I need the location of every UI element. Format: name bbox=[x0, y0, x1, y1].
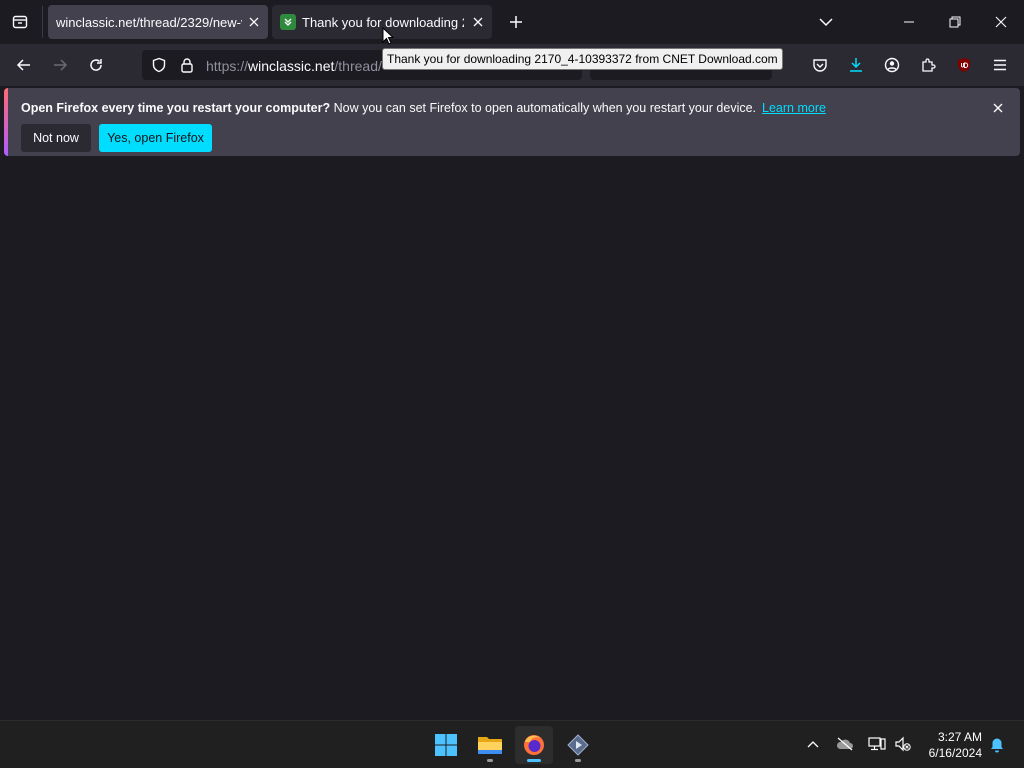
close-tab-icon[interactable] bbox=[470, 14, 486, 30]
active-indicator bbox=[527, 759, 541, 762]
close-notification-icon[interactable] bbox=[988, 98, 1008, 118]
forward-icon[interactable] bbox=[46, 51, 74, 79]
clock-time: 3:27 AM bbox=[937, 730, 982, 744]
title-bar: winclassic.net/thread/2329/new-ve Thank … bbox=[0, 0, 1024, 44]
pocket-icon[interactable] bbox=[806, 51, 834, 79]
firefox-view-icon[interactable] bbox=[6, 8, 34, 36]
tab-winclassic[interactable]: winclassic.net/thread/2329/new-ve bbox=[48, 5, 268, 39]
url-text: https://winclassic.net/thread/ bbox=[206, 58, 382, 74]
cnet-favicon-icon bbox=[280, 14, 296, 30]
restart-notification-bar: Open Firefox every time you restart your… bbox=[4, 88, 1020, 156]
open-firefox-button[interactable]: Yes, open Firefox bbox=[99, 124, 212, 152]
page-content bbox=[0, 158, 1024, 720]
tab-divider bbox=[42, 6, 43, 38]
reload-icon[interactable] bbox=[82, 51, 110, 79]
mouse-cursor-icon bbox=[382, 26, 395, 50]
notification-message: Open Firefox every time you restart your… bbox=[21, 101, 826, 115]
minimize-icon[interactable] bbox=[886, 4, 932, 40]
firefox-taskbar-button[interactable] bbox=[515, 726, 553, 764]
notification-title: Open Firefox every time you restart your… bbox=[21, 101, 331, 115]
firefox-icon bbox=[524, 735, 544, 755]
account-icon[interactable] bbox=[878, 51, 906, 79]
hamburger-menu-icon[interactable] bbox=[986, 51, 1014, 79]
url-path: /thread/ bbox=[334, 58, 382, 74]
tab-title: winclassic.net/thread/2329/new-ve bbox=[56, 14, 242, 30]
close-tab-icon[interactable] bbox=[246, 14, 262, 30]
notification-accent bbox=[4, 88, 8, 156]
back-icon[interactable] bbox=[10, 51, 38, 79]
start-button[interactable] bbox=[427, 726, 465, 764]
show-hidden-icons-chevron-icon[interactable] bbox=[802, 733, 824, 755]
tracking-protection-shield-icon[interactable] bbox=[150, 56, 168, 74]
url-scheme: https:// bbox=[206, 58, 249, 74]
app-launcher-button[interactable] bbox=[559, 726, 597, 764]
taskbar: 3:27 AM 6/16/2024 bbox=[0, 720, 1024, 768]
list-all-tabs-icon[interactable] bbox=[812, 8, 840, 36]
windows-logo-icon bbox=[435, 734, 457, 756]
system-clock[interactable]: 3:27 AM 6/16/2024 bbox=[929, 729, 982, 761]
downloads-icon[interactable] bbox=[842, 51, 870, 79]
not-now-button[interactable]: Not now bbox=[21, 124, 91, 152]
close-window-icon[interactable] bbox=[978, 4, 1024, 40]
running-indicator bbox=[575, 759, 581, 762]
extensions-icon[interactable] bbox=[914, 51, 942, 79]
tab-tooltip: Thank you for downloading 2170_4-1039337… bbox=[382, 48, 783, 70]
notification-bell-icon[interactable] bbox=[986, 734, 1008, 756]
lock-icon[interactable] bbox=[178, 56, 196, 74]
notification-body: Now you can set Firefox to open automati… bbox=[330, 101, 757, 115]
onedrive-offline-icon[interactable] bbox=[834, 733, 856, 755]
ublock-origin-icon[interactable] bbox=[950, 51, 978, 79]
new-tab-icon[interactable] bbox=[502, 8, 530, 36]
learn-more-link[interactable]: Learn more bbox=[762, 101, 826, 115]
restore-icon[interactable] bbox=[932, 4, 978, 40]
url-host: winclassic.net bbox=[248, 58, 335, 74]
file-explorer-button[interactable] bbox=[471, 726, 509, 764]
folder-icon bbox=[478, 737, 502, 754]
diamond-app-icon bbox=[567, 734, 589, 756]
network-icon[interactable] bbox=[866, 733, 888, 755]
volume-muted-icon[interactable] bbox=[892, 733, 914, 755]
clock-date: 6/16/2024 bbox=[928, 746, 982, 760]
running-indicator bbox=[487, 759, 493, 762]
